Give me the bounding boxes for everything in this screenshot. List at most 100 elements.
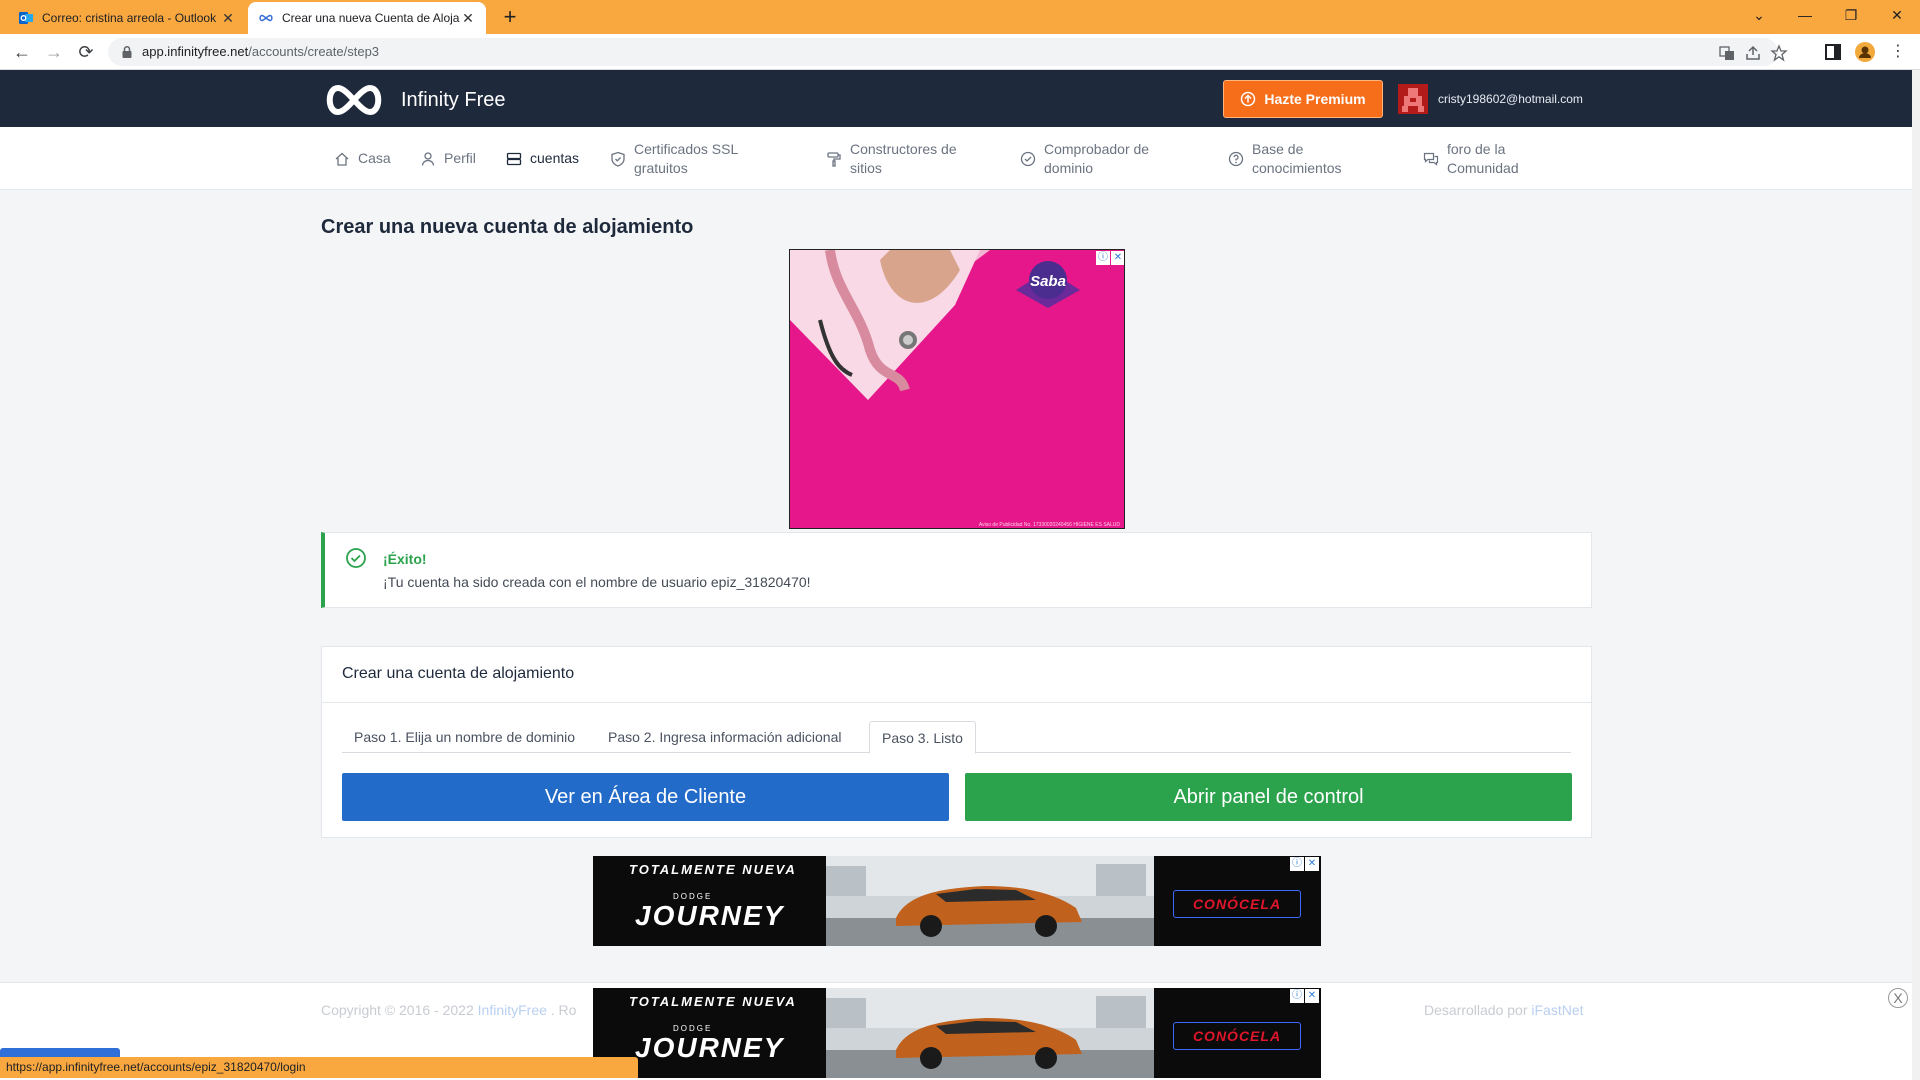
- ad-info-icon[interactable]: ⓘ: [1096, 251, 1110, 265]
- ad-close-icon[interactable]: ✕: [1111, 251, 1124, 265]
- site-nav: Casa Perfil cuentas Certificados SSL gra…: [0, 127, 1912, 190]
- nav-item-foro[interactable]: foro de la Comunidad: [1423, 127, 1553, 190]
- alert-title: ¡Éxito!: [383, 551, 427, 567]
- paint-roller-icon: [827, 151, 841, 167]
- infinity-icon: [258, 10, 274, 26]
- nav-label: Certificados SSL gratuitos: [634, 140, 738, 176]
- footer-developer: Desarrollado por iFastNet: [1424, 1002, 1584, 1018]
- url-path: /accounts/create/step3: [248, 44, 380, 59]
- user-menu[interactable]: cristy198602@hotmail.com: [1398, 84, 1583, 114]
- steps-tabs: Paso 1. Elija un nombre de dominio Paso …: [342, 721, 1571, 754]
- alert-message: ¡Tu cuenta ha sido creada con el nombre …: [383, 574, 811, 590]
- tab-close-icon[interactable]: ✕: [220, 10, 236, 27]
- nav-item-base-conocimientos[interactable]: Base de conocimientos: [1228, 127, 1378, 190]
- close-window-icon[interactable]: ✕: [1874, 0, 1920, 30]
- check-circle-icon: [346, 548, 366, 568]
- tab-step-2[interactable]: Paso 2. Ingresa información adicional: [596, 721, 853, 753]
- address-bar-row: ← → ⟳ app.infinityfree.net/accounts/crea…: [0, 34, 1920, 70]
- ad-image: Saba Aviso de Publicidad No. 17330020240…: [790, 250, 1124, 528]
- nav-label: foro de la Comunidad: [1447, 140, 1519, 176]
- translate-icon[interactable]: [1718, 44, 1736, 62]
- nav-label: Casa: [358, 150, 391, 166]
- reload-icon[interactable]: ⟳: [72, 38, 100, 66]
- dodge-sticky-banner-ad[interactable]: TOTALMENTE NUEVA DODGE JOURNEY CONÓCELA …: [593, 988, 1321, 1078]
- ad-close-icon[interactable]: ✕: [1305, 989, 1319, 1003]
- car-image: [826, 856, 1154, 946]
- footer-brand-link[interactable]: InfinityFree: [478, 1002, 547, 1018]
- banner-tagline: TOTALMENTE NUEVA: [629, 862, 797, 877]
- page-title: Crear una nueva cuenta de alojamiento: [321, 216, 694, 238]
- banner-cta[interactable]: CONÓCELA: [1173, 1022, 1301, 1050]
- url-host: app.infinityfree.net: [142, 44, 249, 59]
- car-image: [826, 988, 1154, 1078]
- premium-label: Hazte Premium: [1264, 91, 1366, 107]
- tab-step-3[interactable]: Paso 3. Listo: [869, 721, 976, 754]
- site-header: Infinity Free Hazte Premium cristy198602…: [0, 70, 1912, 127]
- nav-label: Base de conocimientos: [1252, 140, 1342, 176]
- card-title: Crear una cuenta de alojamiento: [322, 647, 1591, 703]
- infinity-logo-icon: [326, 84, 382, 116]
- new-tab-button[interactable]: +: [496, 4, 524, 32]
- check-circle-icon: [1020, 151, 1036, 166]
- footer-copyright: Copyright © 2016 - 2022 InfinityFree . R…: [321, 1002, 577, 1018]
- nav-item-cuentas[interactable]: cuentas: [506, 127, 579, 190]
- menu-dots-icon[interactable]: ⋮: [1884, 38, 1912, 66]
- status-bar-url: https://app.infinityfree.net/accounts/ep…: [0, 1057, 638, 1078]
- ad-info-icon[interactable]: ⓘ: [1290, 989, 1304, 1003]
- share-icon[interactable]: [1744, 44, 1762, 62]
- profile-icon[interactable]: [1855, 42, 1875, 62]
- question-circle-icon: [1228, 151, 1244, 166]
- sticky-ad-close-icon[interactable]: X: [1888, 988, 1908, 1008]
- dodge-banner-ad[interactable]: TOTALMENTE NUEVA DODGE JOURNEY CONÓCELA …: [593, 856, 1321, 946]
- restore-icon[interactable]: ❐: [1828, 0, 1874, 30]
- tab-title: Crear una nueva Cuenta de Aloja: [282, 11, 460, 25]
- browser-tab-bar: Correo: cristina arreola - Outlook ✕ Cre…: [0, 0, 1920, 34]
- ad-info-icon[interactable]: ⓘ: [1290, 857, 1304, 871]
- nav-item-perfil[interactable]: Perfil: [420, 127, 476, 190]
- avatar: [1398, 84, 1428, 114]
- nav-label: Perfil: [444, 150, 476, 166]
- minimize-icon[interactable]: —: [1782, 0, 1828, 30]
- infinityfree-logo[interactable]: Infinity Free: [321, 83, 505, 117]
- side-panel-icon[interactable]: [1823, 42, 1843, 62]
- success-alert: ¡Éxito! ¡Tu cuenta ha sido creada con el…: [321, 532, 1592, 608]
- ad-brand: Saba: [1030, 273, 1066, 290]
- premium-button[interactable]: Hazte Premium: [1223, 80, 1383, 118]
- nav-item-casa[interactable]: Casa: [334, 127, 391, 190]
- ad-fineprint: Aviso de Publicidad No. 17330020240456 H…: [979, 522, 1120, 528]
- lock-icon: [122, 45, 132, 58]
- comments-icon: [1423, 152, 1439, 166]
- forward-icon[interactable]: →: [40, 38, 68, 66]
- nav-item-constructores[interactable]: Constructores de sitios: [826, 127, 976, 190]
- bookmark-star-icon[interactable]: [1770, 44, 1788, 62]
- user-icon: [421, 151, 435, 166]
- tab-outlook[interactable]: Correo: cristina arreola - Outlook ✕: [8, 2, 246, 34]
- nav-item-ssl[interactable]: Certificados SSL gratuitos: [610, 127, 770, 190]
- client-area-button[interactable]: Ver en Área de Cliente: [342, 773, 949, 821]
- banner-model: JOURNEY: [635, 900, 785, 931]
- back-icon[interactable]: ←: [8, 38, 36, 66]
- banner-model: JOURNEY: [635, 1032, 785, 1063]
- brand-name: Infinity Free: [401, 88, 506, 111]
- url-field[interactable]: app.infinityfree.net/accounts/create/ste…: [108, 38, 1788, 66]
- tab-close-icon[interactable]: ✕: [460, 10, 476, 27]
- download-bar-edge: [0, 1048, 120, 1057]
- shield-icon: [611, 151, 625, 167]
- page-scrollbar[interactable]: [1912, 70, 1920, 1080]
- control-panel-button[interactable]: Abrir panel de control: [965, 773, 1572, 821]
- nav-label: Constructores de sitios: [850, 140, 957, 176]
- banner-cta[interactable]: CONÓCELA: [1173, 890, 1301, 918]
- tab-title: Correo: cristina arreola - Outlook: [42, 11, 217, 25]
- tab-infinityfree[interactable]: Crear una nueva Cuenta de Aloja ✕: [248, 2, 486, 34]
- tab-search-icon[interactable]: ⌄: [1736, 0, 1782, 30]
- nav-label: cuentas: [530, 150, 580, 166]
- outlook-icon: [18, 10, 34, 26]
- tab-step-1[interactable]: Paso 1. Elija un nombre de dominio: [342, 721, 587, 753]
- server-icon: [506, 152, 522, 165]
- nav-item-comprobador[interactable]: Comprobador de dominio: [1020, 127, 1180, 190]
- ad-close-icon[interactable]: ✕: [1305, 857, 1319, 871]
- create-account-card: Crear una cuenta de alojamiento Paso 1. …: [321, 646, 1592, 838]
- nav-label: Comprobador de dominio: [1044, 140, 1150, 176]
- footer-dev-link[interactable]: iFastNet: [1531, 1002, 1583, 1018]
- saba-ad[interactable]: Saba Aviso de Publicidad No. 17330020240…: [789, 249, 1125, 529]
